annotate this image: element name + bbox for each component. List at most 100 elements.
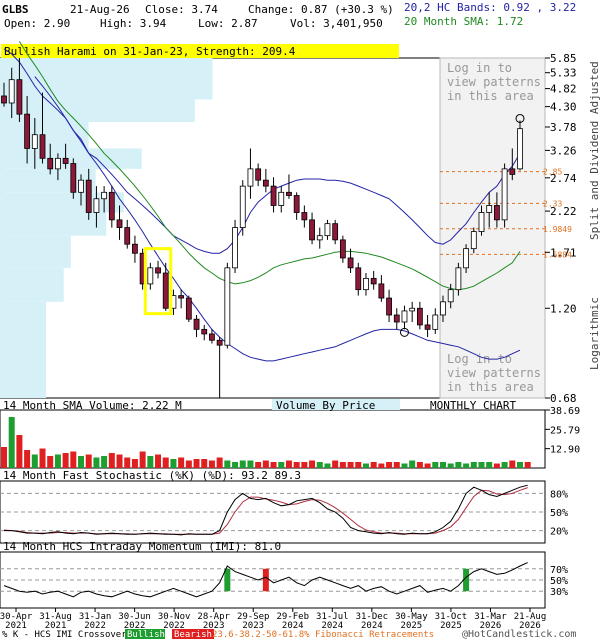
volume-bar-16 [124, 457, 131, 468]
candle-body-43 [332, 223, 339, 241]
candle-body-4 [31, 134, 38, 149]
candle-body-44 [339, 239, 346, 259]
candle-body-21 [162, 272, 169, 309]
candle-body-0 [1, 95, 7, 104]
date-axis: 30-Apr202131-Aug202131-Jan202230-Jun2022… [0, 608, 546, 631]
volume-bar-53 [409, 460, 416, 468]
candle-body-33 [255, 168, 262, 181]
footer-fib: 23.6-38.2-50-61.8% Fibonacci Retracement… [212, 630, 434, 640]
volume-bar-56 [432, 462, 439, 468]
volume-bar-68 [524, 462, 531, 468]
candle-body-59 [455, 267, 462, 291]
candle-body-41 [316, 235, 323, 241]
x-tick-year-11: 2025 [440, 621, 462, 631]
candle-body-30 [232, 227, 238, 269]
volume-bar-26 [201, 459, 208, 468]
vbp-zone-0 [0, 58, 213, 100]
header-low: Low: 2.87 [198, 17, 258, 30]
volume-bar-67 [517, 462, 523, 468]
header-close: Close: 3.74 [145, 3, 218, 16]
imi-bear-marker-0 [262, 568, 269, 592]
volume-bar-44 [339, 462, 346, 468]
candle-body-58 [447, 289, 454, 303]
stoch-tick-label-0: 80% [550, 489, 568, 500]
candle-body-11 [85, 179, 92, 213]
imi-tick-label-2: 30% [550, 587, 568, 598]
imi-tick-label-0: 70% [550, 565, 568, 576]
volume-bar-58 [447, 463, 454, 468]
right-axis-title: Split and Dividend Adjusted [588, 61, 600, 240]
candle-body-40 [309, 219, 315, 241]
volume-bar-55 [424, 463, 431, 468]
candle-body-25 [193, 318, 200, 330]
candle-body-24 [185, 297, 192, 320]
watermark-top-3: in this area [447, 89, 534, 103]
candle-body-52 [401, 310, 408, 323]
header-sma: 20 Month SMA: 1.72 [404, 15, 523, 28]
y-tick-label-8: 1.71 [550, 246, 577, 259]
candle-body-38 [293, 195, 300, 213]
volume-bar-8 [62, 453, 69, 468]
volume-bar-15 [116, 454, 123, 468]
candle-body-65 [501, 168, 508, 221]
candle-body-8 [62, 157, 69, 164]
imi-label: 14 Month HCS Intraday Momentum (IMI): 81… [3, 540, 281, 553]
y-tick-label-10: 0.68 [550, 392, 577, 405]
volume-bar-21 [162, 457, 169, 468]
candle-body-50 [386, 297, 392, 316]
volume-bar-60 [463, 463, 470, 468]
volume-bar-5 [39, 448, 46, 468]
volume-bar-27 [208, 460, 215, 468]
candle-body-47 [363, 277, 369, 291]
volume-bar-18 [139, 451, 146, 468]
candle-body-29 [224, 267, 231, 346]
y-tick-label-0: 5.85 [550, 52, 577, 65]
volume-sma-label: 14 Month SMA Volume: 2.22 M [3, 399, 182, 412]
volume-bar-43 [332, 460, 339, 468]
candle-body-35 [270, 185, 277, 206]
candle-body-37 [286, 191, 292, 196]
candle-body-46 [355, 267, 362, 291]
footer-copyright: @HotCandlestick.com [462, 629, 576, 640]
vol-tick-label-0: 38.69 [550, 406, 580, 417]
volume-bar-22 [170, 459, 177, 468]
volume-bar-41 [316, 462, 323, 468]
volume-bar-25 [193, 459, 200, 468]
candle-body-34 [262, 179, 269, 187]
volume-bar-42 [324, 463, 331, 468]
volume-bar-6 [47, 456, 54, 468]
vbp-zone-9 [0, 301, 47, 398]
footer-bullish: Bullish [127, 630, 165, 640]
header-vol: Vol: 3,401,950 [290, 17, 383, 30]
candle-body-53 [409, 307, 416, 312]
header-change: Change: 0.87 (+30.3 %) [248, 3, 394, 16]
volume-bar-57 [439, 462, 446, 468]
header-high: High: 3.94 [100, 17, 167, 30]
candle-body-2 [16, 79, 23, 115]
imi-tick-label-1: 50% [550, 576, 568, 587]
stoch-tick-label-2: 20% [550, 527, 568, 538]
candle-body-1 [8, 79, 15, 104]
volume-bar-12 [93, 457, 100, 468]
y-tick-label-5: 3.26 [550, 144, 577, 157]
candle-body-27 [209, 333, 215, 341]
candle-body-7 [55, 157, 61, 170]
volume-bar-13 [101, 456, 108, 468]
volume-bar-54 [416, 462, 423, 468]
y-tick-label-3: 4.30 [550, 101, 577, 114]
candle-body-19 [147, 267, 154, 285]
footer-k-label: % K - HCS IMI Crossover, [2, 630, 132, 640]
volume-bar-46 [355, 462, 362, 468]
vbp-zone-8 [0, 267, 64, 302]
volume-bar-65 [501, 462, 508, 468]
volume-bar-37 [285, 460, 292, 468]
watermark-bottom-1: Log in to [447, 352, 512, 366]
candle-body-36 [278, 191, 285, 206]
candle-body-16 [124, 227, 131, 245]
volume-bar-32 [247, 460, 254, 468]
vol-tick-label-1: 25.79 [550, 425, 580, 436]
volume-bar-38 [293, 462, 300, 468]
candle-body-31 [239, 185, 246, 228]
volume-bar-64 [493, 463, 500, 468]
chart-type-label: MONTHLY CHART [430, 399, 516, 412]
